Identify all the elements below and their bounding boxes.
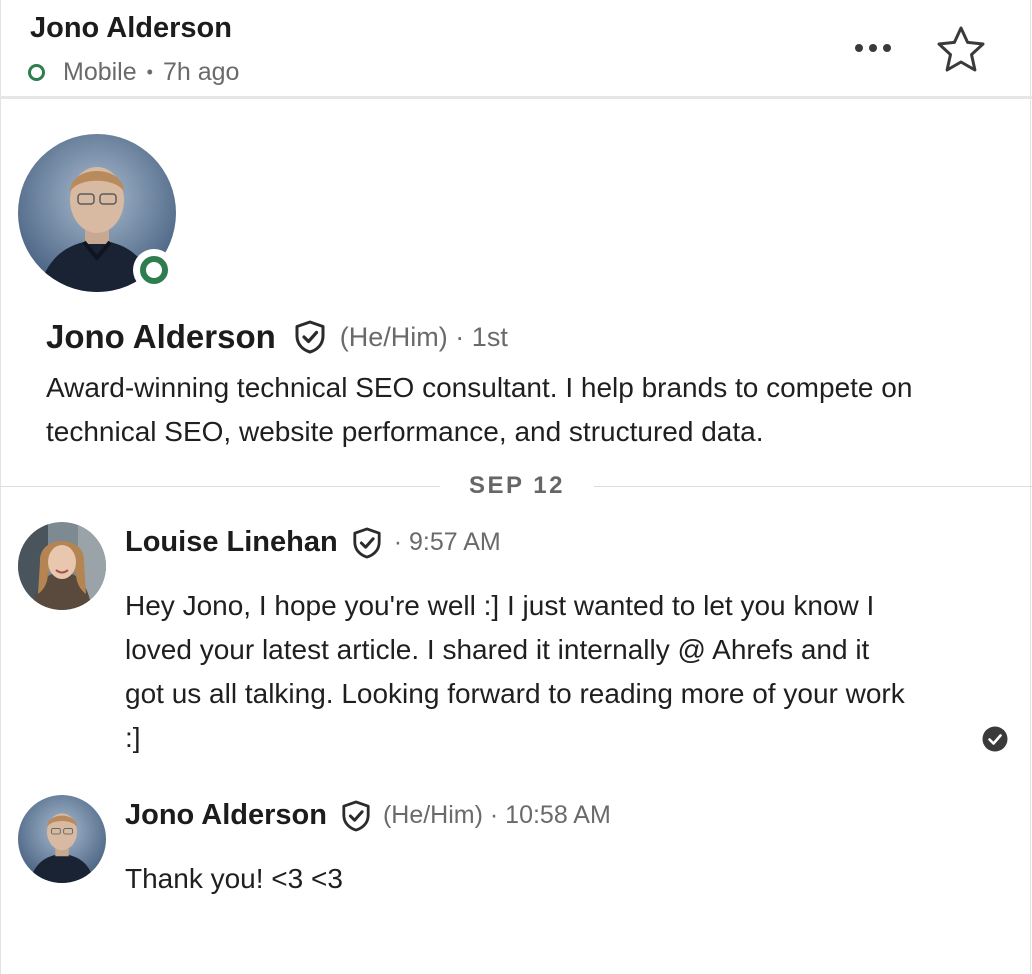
star-conversation-button[interactable] [935, 24, 987, 74]
separator-dot: • [146, 62, 153, 82]
online-status-icon [133, 249, 175, 291]
more-options-button[interactable] [848, 30, 898, 66]
profile-pronouns: (He/Him) [339, 321, 448, 352]
profile-name[interactable]: Jono Alderson [46, 318, 276, 356]
message-timestamp: 9:57 AM [408, 528, 501, 556]
profile-title-row: Jono Alderson (He/Him) · 1st [46, 318, 508, 356]
verified-shield-icon [295, 320, 325, 354]
separator-dot: · [447, 321, 472, 352]
message-sender-name[interactable]: Louise Linehan [125, 526, 338, 559]
last-active-time: 7h ago [162, 58, 240, 86]
message-sender-name[interactable]: Jono Alderson [125, 799, 327, 832]
message-timestamp: 10:58 AM [505, 801, 611, 829]
message-body: Thank you! <3 <3 [125, 863, 343, 894]
separator-dot: · [482, 801, 506, 829]
conversation-header: Jono Alderson Mobile • 7h ago [0, 0, 1032, 99]
star-outline-icon [937, 26, 985, 72]
verified-shield-icon [342, 800, 370, 831]
presence-device: Mobile [63, 58, 137, 86]
profile-headline: Award-winning technical SEO consultant. … [46, 372, 913, 447]
header-contact-name[interactable]: Jono Alderson [30, 12, 232, 45]
message-body: Hey Jono, I hope you're well :] I just w… [125, 590, 905, 753]
read-receipt-check-icon [982, 726, 1008, 752]
online-status-icon [28, 64, 45, 81]
sender-avatar[interactable] [18, 522, 106, 610]
sender-avatar[interactable] [18, 795, 106, 883]
connection-degree: 1st [471, 321, 508, 352]
date-divider-label: SEP 12 [440, 468, 594, 504]
verified-shield-icon [353, 527, 381, 558]
more-horizontal-icon [855, 44, 863, 52]
message-header: Jono Alderson (He/Him) · 10:58 AM [125, 799, 611, 832]
header-presence: Mobile • 7h ago [28, 58, 239, 87]
message-sender-pronouns: (He/Him) [382, 801, 483, 829]
separator-dot: · [393, 528, 409, 556]
message-header: Louise Linehan · 9:57 AM [125, 526, 501, 559]
